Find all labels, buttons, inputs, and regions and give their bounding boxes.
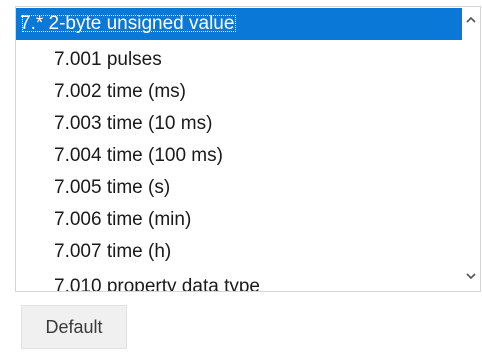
list-item[interactable]: 7.003 time (10 ms) [16, 108, 462, 140]
list-item-label: 7.004 time (100 ms) [54, 145, 223, 166]
list-item-label: 7.007 time (h) [54, 241, 172, 262]
list-item[interactable]: 7.007 time (h) [16, 236, 462, 268]
list-item[interactable]: 7.004 time (100 ms) [16, 140, 462, 172]
datatype-listbox[interactable]: 7.* 2-byte unsigned value 7.001 pulses 7… [15, 6, 481, 292]
chevron-up-icon-glyph [466, 16, 476, 23]
list-item-label: 7.005 time (s) [54, 177, 171, 198]
list-item-label: 7.003 time (10 ms) [54, 113, 213, 134]
list-item-label: 7.010 property data type [54, 276, 260, 291]
list-item-label: 7.* 2-byte unsigned value [20, 13, 238, 34]
datatype-list: 7.* 2-byte unsigned value 7.001 pulses 7… [16, 7, 462, 291]
vertical-scrollbar[interactable] [462, 7, 480, 291]
list-item[interactable]: 7.002 time (ms) [16, 76, 462, 108]
list-item-label: 7.006 time (min) [54, 209, 192, 230]
chevron-up-icon[interactable] [462, 11, 480, 29]
chevron-down-icon[interactable] [462, 267, 480, 285]
chevron-down-icon-glyph [466, 273, 476, 280]
list-item[interactable]: 7.001 pulses [16, 44, 462, 76]
list-item-group[interactable]: 7.* 2-byte unsigned value [16, 8, 462, 40]
default-button[interactable]: Default [21, 305, 127, 349]
list-item[interactable]: 7.005 time (s) [16, 172, 462, 204]
list-item-label: 7.002 time (ms) [54, 81, 186, 102]
list-item[interactable]: 7.006 time (min) [16, 204, 462, 236]
list-item-label: 7.001 pulses [54, 49, 162, 70]
list-item[interactable]: 7.010 property data type [16, 271, 462, 291]
